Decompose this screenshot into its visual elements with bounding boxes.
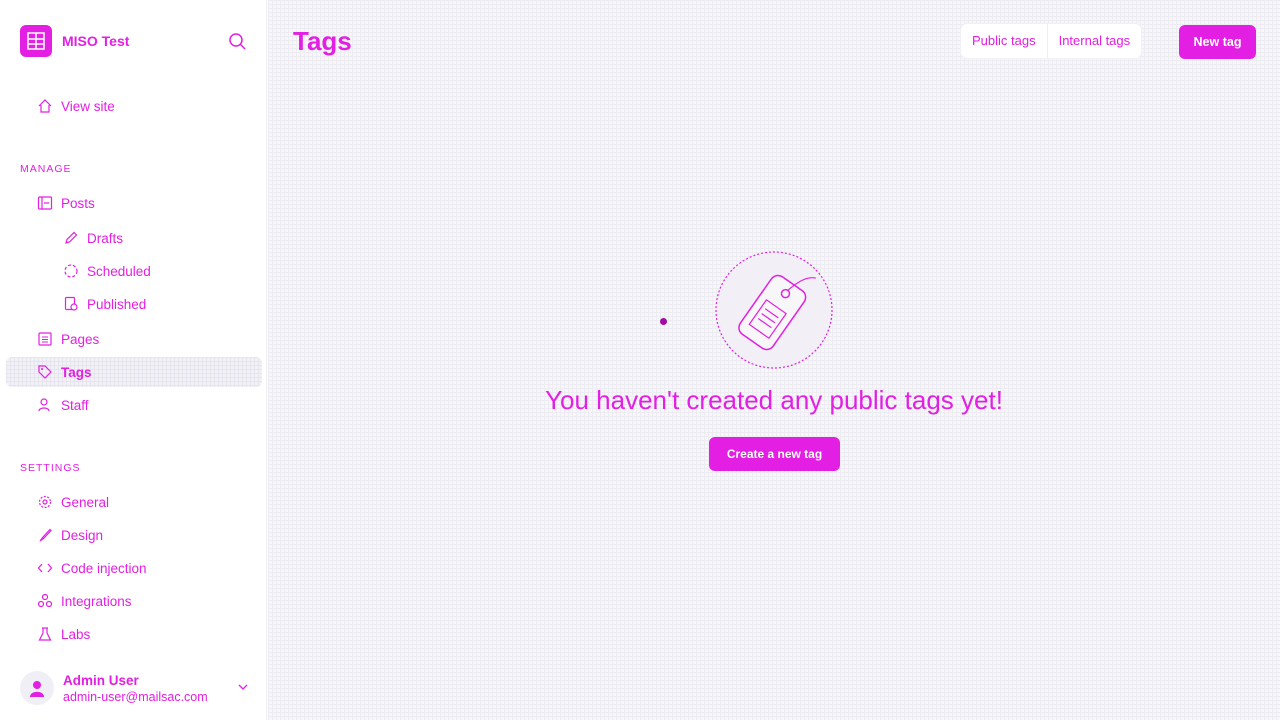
- sidebar-item-design[interactable]: Design: [6, 520, 262, 550]
- settings-heading: SETTINGS: [20, 462, 81, 474]
- sidebar-item-label: Integrations: [61, 593, 132, 609]
- sidebar-item-label: Staff: [61, 397, 89, 413]
- staff-icon: [36, 396, 54, 414]
- tab-internal-tags[interactable]: Internal tags: [1046, 24, 1142, 58]
- page-title: Tags: [293, 26, 352, 56]
- tab-public-tags[interactable]: Public tags: [961, 24, 1047, 58]
- sidebar-item-code-injection[interactable]: Code injection: [6, 553, 262, 583]
- sidebar-item-labs[interactable]: Labs: [6, 619, 262, 649]
- sidebar-item-label: Drafts: [87, 230, 124, 246]
- user-menu[interactable]: Admin User admin-user@mailsac.com: [20, 668, 252, 708]
- ghost-logo-icon: [20, 25, 52, 57]
- tag-illustration-icon: [714, 250, 834, 370]
- sidebar-item-general[interactable]: General: [6, 487, 262, 517]
- sidebar-item-posts[interactable]: Posts: [6, 188, 262, 218]
- avatar: [20, 671, 54, 705]
- new-tag-button[interactable]: New tag: [1179, 25, 1256, 59]
- flask-icon: [36, 625, 54, 643]
- main-content: Tags Public tags Internal tags New tag Y…: [268, 0, 1280, 720]
- user-name: Admin User: [63, 672, 139, 688]
- sidebar-item-pages[interactable]: Pages: [6, 324, 262, 354]
- gear-icon: [36, 493, 54, 511]
- empty-state-message: You haven't created any public tags yet!: [545, 385, 1003, 415]
- sidebar: MISO Test View site MANAGE Posts Drafts …: [0, 0, 267, 720]
- user-email: admin-user@mailsac.com: [63, 689, 208, 704]
- sidebar-item-scheduled[interactable]: Scheduled: [6, 256, 262, 286]
- sidebar-item-label: Design: [61, 527, 104, 543]
- manage-heading: MANAGE: [20, 163, 72, 175]
- chevron-down-icon: [236, 680, 250, 694]
- sidebar-item-label: Published: [87, 296, 147, 312]
- brush-icon: [36, 526, 54, 544]
- posts-icon: [36, 194, 54, 212]
- sidebar-item-label: Labs: [61, 626, 91, 642]
- sidebar-item-label: Pages: [61, 331, 100, 347]
- sidebar-item-tags[interactable]: Tags: [6, 357, 262, 387]
- sidebar-item-drafts[interactable]: Drafts: [6, 223, 262, 253]
- create-tag-button[interactable]: Create a new tag: [709, 437, 840, 471]
- sidebar-item-integrations[interactable]: Integrations: [6, 586, 262, 616]
- clock-icon: [62, 262, 80, 280]
- nav-view-site[interactable]: View site: [6, 91, 262, 121]
- tag-type-switch: Public tags Internal tags: [961, 24, 1142, 58]
- sidebar-item-label: Posts: [61, 195, 95, 211]
- sidebar-item-label: Scheduled: [87, 263, 151, 279]
- sidebar-item-label: Code injection: [61, 560, 147, 576]
- code-icon: [36, 559, 54, 577]
- nav-view-site-label: View site: [61, 98, 115, 114]
- sidebar-item-published[interactable]: Published: [6, 289, 262, 319]
- home-icon: [36, 97, 54, 115]
- brand[interactable]: MISO Test: [20, 24, 129, 58]
- sidebar-item-label: Tags: [61, 364, 92, 380]
- pages-icon: [36, 330, 54, 348]
- published-icon: [62, 295, 80, 313]
- integrations-icon: [36, 592, 54, 610]
- search-icon[interactable]: [226, 30, 248, 52]
- pencil-icon: [62, 229, 80, 247]
- tag-icon: [36, 363, 54, 381]
- site-name: MISO Test: [62, 33, 130, 49]
- sidebar-item-label: General: [61, 494, 110, 510]
- sidebar-item-staff[interactable]: Staff: [6, 390, 262, 420]
- mouse-cursor-dot: [660, 318, 667, 325]
